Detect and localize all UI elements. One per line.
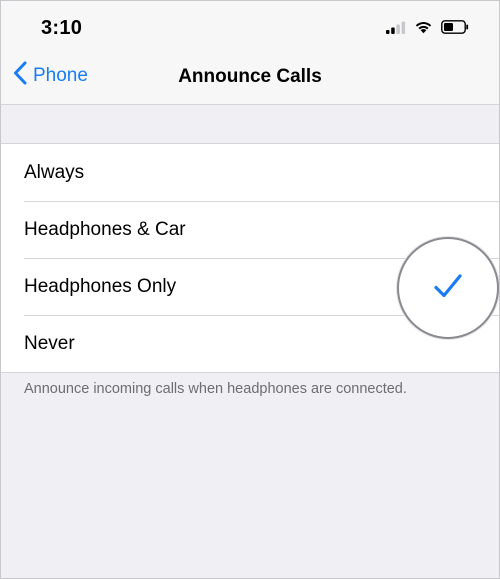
settings-screen: 3:10 Phone Announce Calls Always Headpho… <box>0 0 500 579</box>
status-bar: 3:10 <box>1 1 499 49</box>
battery-icon <box>441 20 469 39</box>
option-always[interactable]: Always <box>1 144 499 201</box>
status-time: 3:10 <box>41 17 83 39</box>
option-label: Never <box>24 332 75 354</box>
option-label: Always <box>24 161 85 183</box>
page-title: Announce Calls <box>178 66 322 87</box>
navigation-bar: Phone Announce Calls <box>1 49 499 105</box>
wifi-icon <box>414 20 433 39</box>
footer-note: Announce incoming calls when headphones … <box>24 381 407 397</box>
option-label: Headphones Only <box>24 275 177 297</box>
option-label: Headphones & Car <box>24 218 186 240</box>
signal-icon <box>386 21 406 39</box>
checkmark-icon <box>433 273 463 304</box>
status-icons <box>386 20 469 39</box>
checkmark-magnifier <box>397 237 499 339</box>
